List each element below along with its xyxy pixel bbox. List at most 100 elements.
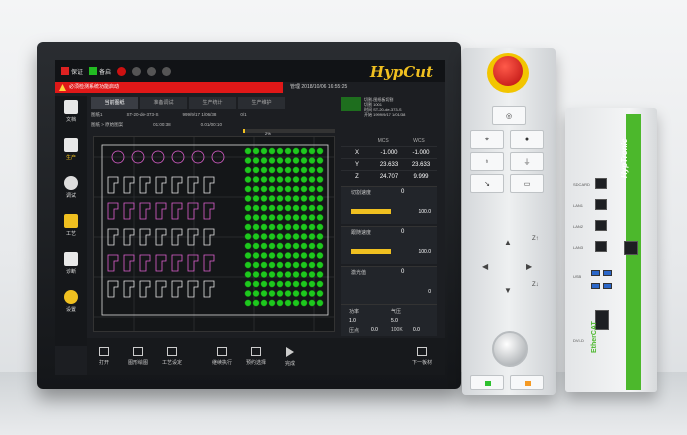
- cut-hole: [292, 271, 300, 278]
- cut-hole: [244, 157, 252, 164]
- cut-hole: [300, 176, 308, 183]
- lamp-key[interactable]: ◎: [492, 106, 526, 125]
- nested-part: [187, 176, 199, 194]
- nested-part: [203, 176, 215, 194]
- target-icon: ⌖: [485, 135, 489, 143]
- param-laser[interactable]: 激光值 0 0: [341, 266, 437, 304]
- param-cut-speed[interactable]: 切割速度 0 100.0: [341, 186, 437, 224]
- sidebar-item-debug[interactable]: 调试: [59, 176, 83, 199]
- nested-part: [171, 280, 183, 298]
- open-button[interactable]: 打开: [87, 347, 121, 366]
- cut-hole: [284, 290, 292, 297]
- alarm-bar[interactable]: 必须检测系统功能启动: [55, 82, 283, 93]
- tab-prep[interactable]: 准备调试: [140, 97, 187, 109]
- cut-hole: [260, 223, 268, 231]
- cut-hole: [244, 223, 252, 231]
- sidebar-item-process[interactable]: 工艺: [59, 214, 83, 237]
- start-key[interactable]: [470, 375, 504, 390]
- jog-down-button[interactable]: ▼: [504, 286, 512, 295]
- finish-button[interactable]: 完成: [273, 346, 307, 367]
- restart-button[interactable]: 备启: [89, 67, 111, 76]
- cut-hole: [260, 147, 268, 155]
- schedule-button[interactable]: 预约选择: [239, 347, 273, 366]
- nested-part: [187, 280, 199, 298]
- cut-hole: [316, 242, 324, 250]
- laser-icon[interactable]: [132, 66, 142, 76]
- cut-hole: [316, 223, 324, 231]
- save-button[interactable]: 保证: [61, 67, 83, 76]
- refresh-icon[interactable]: [162, 66, 172, 76]
- next-icon: [417, 347, 427, 356]
- cut-hole: [308, 280, 316, 288]
- cut-hole: [252, 214, 260, 221]
- sidebar-item-diagnosis[interactable]: 诊断: [59, 252, 83, 275]
- cut-hole: [276, 233, 284, 240]
- cut-hole: [268, 252, 276, 259]
- coordinate-panel: MCS WCS X -1.000 -1.000 Y 23.633 23.633 Z 24.…: [341, 138, 437, 183]
- cut-hole: [260, 176, 268, 183]
- cut-hole: [308, 252, 316, 259]
- cut-hole: [316, 147, 324, 155]
- cut-hole: [276, 252, 284, 259]
- lan3-port: [595, 241, 607, 252]
- z-down-button[interactable]: Z↓: [532, 282, 539, 288]
- sidebar-item-production[interactable]: 生产: [59, 138, 83, 161]
- feed-override-knob[interactable]: [492, 331, 528, 367]
- cut-hole: [300, 271, 308, 278]
- cut-hole: [300, 223, 308, 231]
- ethercat-logo: EtherCAT: [591, 321, 598, 353]
- cut-hole: [292, 147, 300, 155]
- param-gas[interactable]: 功率 1.0 气压 5.0 压点 0.0 100K 0.0: [341, 304, 437, 336]
- drawing-button[interactable]: 图形绘图: [121, 347, 155, 366]
- ethercat-port: [624, 241, 638, 255]
- stop-icon[interactable]: [117, 66, 127, 76]
- tab-current-drawing[interactable]: 当前图纸: [91, 97, 138, 109]
- laser-key[interactable]: ●: [510, 130, 544, 149]
- jog-up-button[interactable]: ▲: [504, 238, 512, 247]
- cut-hole: [260, 195, 268, 202]
- jog-right-button[interactable]: ▶: [526, 262, 532, 271]
- tool-icon[interactable]: [147, 66, 157, 76]
- usb-port-2: [603, 270, 612, 276]
- cut-hole: [308, 166, 316, 174]
- nested-part: [107, 254, 119, 272]
- coord-header: MCS WCS: [377, 138, 425, 144]
- image-icon: [133, 347, 143, 356]
- cut-hole: [276, 195, 284, 202]
- next-sheet-button[interactable]: 下一板材: [405, 347, 439, 366]
- tab-stats[interactable]: 生产统计: [189, 97, 236, 109]
- cut-hole: [292, 185, 300, 193]
- focus-key[interactable]: ⌖: [470, 130, 504, 149]
- gas-key[interactable]: ♁: [470, 152, 504, 171]
- nested-part: [155, 254, 167, 272]
- frame-key[interactable]: ▭: [510, 174, 544, 193]
- emergency-stop-button[interactable]: [493, 56, 523, 86]
- sidebar-item-document[interactable]: 文档: [59, 100, 83, 123]
- ipc-brand-label: HypTronic: [620, 138, 629, 178]
- jog-left-button[interactable]: ◀: [482, 262, 488, 271]
- cut-hole: [308, 290, 316, 297]
- param-follow-speed[interactable]: 跟随速度 0 100.0: [341, 226, 437, 264]
- cut-hole: [316, 271, 324, 278]
- cut-hole: [292, 195, 300, 202]
- nested-part: [171, 254, 183, 272]
- cut-hole: [300, 147, 308, 155]
- cut-hole: [260, 252, 268, 259]
- z-up-button[interactable]: Z↑: [532, 236, 539, 242]
- cut-hole: [268, 299, 276, 307]
- continue-button[interactable]: 继续执行: [205, 347, 239, 366]
- cut-hole: [268, 185, 276, 193]
- cut-hole: [252, 252, 260, 259]
- cut-hole: [268, 261, 276, 269]
- cut-hole: [300, 214, 308, 221]
- green-circles-field: [244, 147, 324, 307]
- tab-maintenance[interactable]: 生产维护: [238, 97, 285, 109]
- nesting-canvas[interactable]: [93, 136, 335, 332]
- follow-key[interactable]: ↘: [470, 174, 504, 193]
- process-setting-button[interactable]: 工艺设定: [155, 347, 189, 366]
- sidebar-item-settings[interactable]: 设置: [59, 290, 83, 313]
- nested-part: [171, 202, 183, 220]
- pause-key[interactable]: [510, 375, 544, 390]
- cut-hole: [252, 271, 260, 278]
- shutter-key[interactable]: ⏚: [510, 152, 544, 171]
